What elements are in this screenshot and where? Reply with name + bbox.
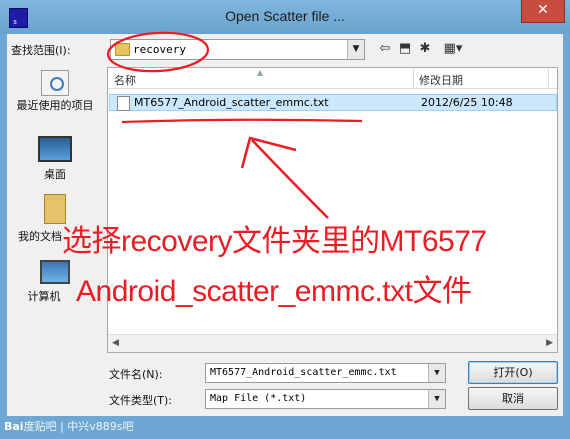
arrow-head bbox=[240, 136, 297, 169]
circle-around-folder bbox=[106, 31, 210, 73]
annotation-line-2: Android_scatter_emmc.txt文件 bbox=[76, 275, 472, 308]
underline-mark bbox=[121, 118, 363, 124]
annotation-line-1: 选择recovery文件夹里的MT6577 bbox=[62, 225, 487, 258]
arrow-shaft bbox=[251, 139, 329, 219]
open-scatter-dialog: s Open Scatter file ... ✕ 查找范围(I): recov… bbox=[0, 0, 570, 439]
